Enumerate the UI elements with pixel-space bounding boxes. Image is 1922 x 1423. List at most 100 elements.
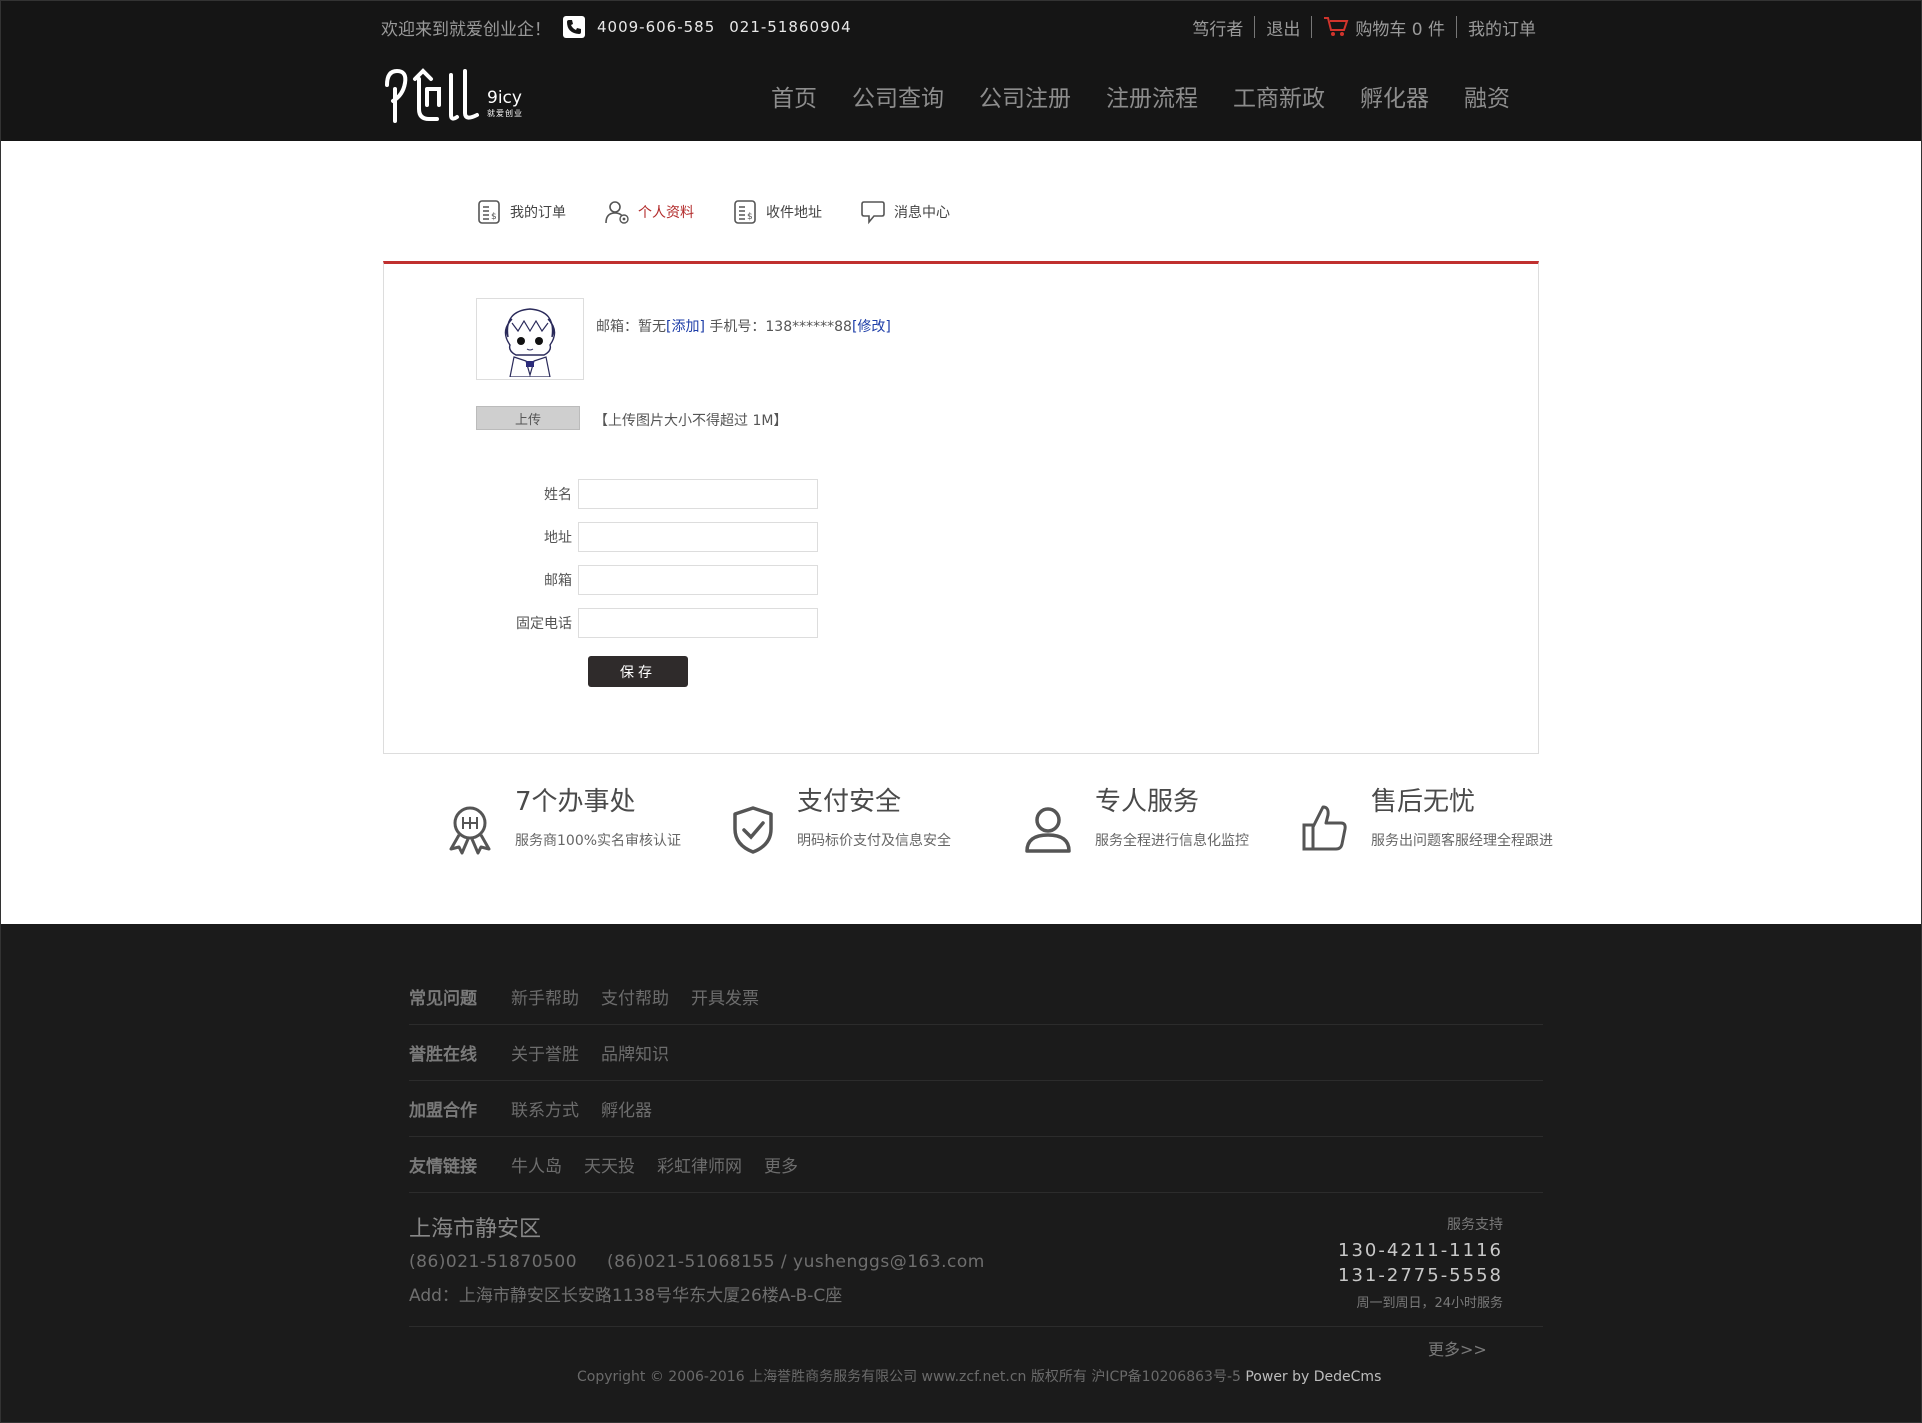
svg-text:$: $ [491, 212, 497, 222]
footer-link[interactable]: 新手帮助 [511, 984, 579, 1009]
footer-link[interactable]: 彩虹律师网 [657, 1152, 742, 1177]
footer-link[interactable]: 孵化器 [601, 1096, 652, 1121]
cart-link[interactable]: 购物车 0 件 [1355, 15, 1445, 40]
hotline-1: 4009-606-585 [597, 18, 716, 36]
footer-divider [409, 1326, 1543, 1327]
feature-texts: 7个办事处 服务商100%实名审核认证 [515, 781, 681, 850]
features: 7个办事处 服务商100%实名审核认证 支付安全 明码标价支付及信息安全 专人服… [1, 781, 1921, 881]
logout-link[interactable]: 退出 [1266, 15, 1300, 40]
feature-desc: 服务全程进行信息化监控 [1095, 833, 1249, 849]
address-title: 上海市静安区 [409, 1217, 542, 1242]
landline-label: 固定电话 [516, 616, 572, 632]
address-line: Add：上海市静安区长安路1138号华东大厦26楼A-B-C座 [409, 1286, 843, 1306]
divider [1311, 16, 1313, 38]
tab-my-orders[interactable]: $ 我的订单 [476, 199, 566, 225]
badge-icon [449, 806, 491, 855]
username-link[interactable]: 笃行者 [1192, 15, 1243, 40]
footer-link[interactable]: 开具发票 [691, 984, 759, 1009]
shield-icon [733, 806, 773, 854]
divider [1254, 16, 1256, 38]
footer-link[interactable]: 关于誉胜 [511, 1040, 579, 1065]
modify-phone-link[interactable]: [修改] [852, 319, 891, 335]
tab-messages[interactable]: 消息中心 [860, 199, 950, 225]
my-orders-link[interactable]: 我的订单 [1468, 15, 1536, 40]
name-label: 姓名 [544, 487, 572, 503]
thumbs-up-icon [1302, 805, 1347, 851]
footer-link[interactable]: 支付帮助 [601, 984, 669, 1009]
nav-incubator[interactable]: 孵化器 [1360, 79, 1429, 113]
header: 欢迎来到就爱创业企！ 4009-606-585 021-51860904 笃行者… [1, 1, 1921, 141]
user-icon [605, 201, 629, 224]
tab-label: 我的订单 [510, 205, 566, 221]
footer-link[interactable]: 更多 [764, 1152, 798, 1177]
address-input[interactable] [578, 522, 818, 552]
feature-desc: 服务商100%实名审核认证 [515, 833, 682, 849]
form-row-email: 邮箱 [476, 564, 876, 596]
powered-by-link[interactable]: Power by DedeCms [1245, 1369, 1381, 1385]
name-input[interactable] [578, 479, 818, 509]
footer-link[interactable]: 牛人岛 [511, 1152, 562, 1177]
copyright: Copyright © 2006-2016 上海誉胜商务服务有限公司 www.z… [577, 1366, 1381, 1386]
person-icon [1025, 807, 1071, 853]
feature-texts: 专人服务 服务全程进行信息化监控 [1095, 781, 1249, 850]
email-input[interactable] [578, 565, 818, 595]
save-button[interactable]: 保存 [588, 656, 688, 687]
tab-label: 收件地址 [766, 205, 822, 221]
form-row-address: 地址 [476, 521, 876, 553]
footer-row-links: 友情链接 牛人岛 天天投 彩虹律师网 更多 [409, 1137, 1543, 1193]
service-label: 服务支持 [1447, 1217, 1503, 1233]
footer-heading: 加盟合作 [409, 1101, 477, 1121]
contact-info: 邮箱：暂无[添加] 手机号：138******88[修改] [596, 316, 891, 336]
feature-title: 售后无忧 [1371, 787, 1476, 817]
nav-financing[interactable]: 融资 [1464, 79, 1510, 113]
tab-profile[interactable]: 个人资料 [604, 199, 694, 225]
hotline-2: 021-51860904 [729, 18, 852, 36]
address-label: 地址 [544, 530, 572, 546]
footer-row-online: 誉胜在线 关于誉胜 品牌知识 [409, 1025, 1543, 1081]
nav-company-search[interactable]: 公司查询 [852, 79, 944, 113]
nav-register-process[interactable]: 注册流程 [1106, 79, 1198, 113]
feature-payment: 支付安全 明码标价支付及信息安全 [731, 781, 951, 855]
tab-address[interactable]: $ 收件地址 [732, 199, 822, 225]
footer-link[interactable]: 天天投 [584, 1152, 635, 1177]
avatar-image [504, 308, 556, 377]
profile-panel: 邮箱：暂无[添加] 手机号：138******88[修改] 上传 【上传图片大小… [383, 261, 1539, 754]
landline-input[interactable] [578, 608, 818, 638]
logo-mark [385, 68, 479, 123]
feature-texts: 支付安全 明码标价支付及信息安全 [797, 781, 951, 850]
nav-company-register[interactable]: 公司注册 [979, 79, 1071, 113]
logo[interactable]: 9icy 就爱创业 [381, 65, 523, 125]
feature-title: 专人服务 [1095, 787, 1200, 817]
nav-policy[interactable]: 工商新政 [1233, 79, 1325, 113]
service-phone-2: 131-2775-5558 [1338, 1265, 1503, 1286]
phone-text: 手机号：138******88 [704, 319, 852, 335]
service-phone-1: 130-4211-1116 [1338, 1240, 1503, 1261]
form-row-landline: 固定电话 [476, 607, 876, 639]
feature-texts: 售后无忧 服务出问题客服经理全程跟进 [1371, 781, 1553, 850]
account-tabs: $ 我的订单 个人资料 $ 收件地址 消息中心 [476, 199, 988, 225]
svg-text:$: $ [747, 212, 753, 222]
add-email-link[interactable]: [添加] [666, 319, 705, 335]
tab-label: 个人资料 [638, 205, 694, 221]
upload-button[interactable]: 上传 [476, 406, 580, 430]
nav-home[interactable]: 首页 [771, 79, 817, 113]
tab-label: 消息中心 [894, 205, 950, 221]
footer-link[interactable]: 品牌知识 [601, 1040, 669, 1065]
topbar-left: 欢迎来到就爱创业企！ 4009-606-585 021-51860904 [381, 15, 866, 40]
form-row-name: 姓名 [476, 478, 876, 510]
avatar[interactable] [476, 298, 584, 380]
email-text: 邮箱：暂无 [596, 319, 666, 335]
upload-note: 【上传图片大小不得超过 1M】 [594, 413, 788, 429]
feature-offices: 7个办事处 服务商100%实名审核认证 [447, 781, 681, 855]
more-link[interactable]: 更多>> [1428, 1336, 1487, 1360]
footer-heading: 誉胜在线 [409, 1045, 477, 1065]
footer-link[interactable]: 联系方式 [511, 1096, 579, 1121]
main-nav: 首页 公司查询 公司注册 注册流程 工商新政 孵化器 融资 [771, 79, 1545, 113]
cart-icon[interactable] [1323, 16, 1349, 38]
message-icon [861, 201, 885, 225]
feature-desc: 明码标价支付及信息安全 [797, 833, 951, 849]
logo-brand: 9icy [487, 88, 522, 108]
topbar-right: 笃行者 退出 购物车 0 件 我的订单 [1192, 15, 1536, 40]
page: 欢迎来到就爱创业企！ 4009-606-585 021-51860904 笃行者… [0, 0, 1922, 1423]
phone-icon [563, 16, 585, 38]
